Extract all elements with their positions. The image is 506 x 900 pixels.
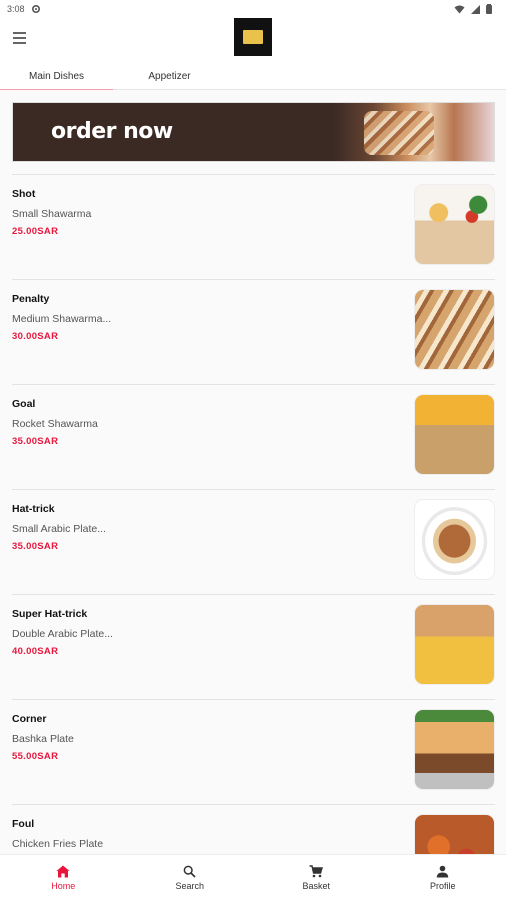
item-price: 35.00SAR <box>12 436 59 447</box>
nav-home-label: Home <box>51 881 76 891</box>
item-price: 40.00SAR <box>12 646 59 657</box>
nav-search[interactable]: Search <box>127 855 254 900</box>
restaurant-logo <box>234 18 272 56</box>
item-description: Medium Shawarma... <box>12 313 112 325</box>
nav-basket[interactable]: Basket <box>253 855 380 900</box>
item-description: Bashka Plate <box>12 733 74 745</box>
item-price: 30.00SAR <box>12 331 59 342</box>
menu-button[interactable] <box>13 28 33 48</box>
item-image <box>414 709 495 790</box>
banner-shawarma-image <box>364 111 434 155</box>
wifi-icon <box>454 5 465 13</box>
item-description: Small Arabic Plate... <box>12 523 106 535</box>
item-image <box>414 499 495 580</box>
item-image <box>414 394 495 475</box>
item-name: Penalty <box>12 293 50 305</box>
tab-appetizer[interactable]: Appetizer <box>113 62 226 90</box>
menu-item-goal[interactable]: Goal Rocket Shawarma 35.00SAR <box>0 384 506 489</box>
item-name: Hat-trick <box>12 503 55 515</box>
app-header <box>0 18 506 60</box>
nav-profile[interactable]: Profile <box>380 855 506 900</box>
signal-icon <box>471 4 480 14</box>
category-tabs: Main Dishes Appetizer <box>0 62 506 91</box>
item-name: Super Hat-trick <box>12 608 88 620</box>
nav-home[interactable]: Home <box>0 855 127 900</box>
menu-icon-bar <box>13 37 26 39</box>
menu-item-hat-trick[interactable]: Hat-trick Small Arabic Plate... 35.00SAR <box>0 489 506 594</box>
item-image <box>414 814 495 854</box>
nav-basket-label: Basket <box>302 881 330 891</box>
menu-item-shot[interactable]: Shot Small Shawarma 25.00SAR <box>0 174 506 279</box>
item-image <box>414 184 495 265</box>
status-bar: 3:08 <box>0 0 506 18</box>
item-name: Shot <box>12 188 36 200</box>
home-icon <box>56 864 70 878</box>
status-left: 3:08 <box>7 4 41 14</box>
item-description: Double Arabic Plate... <box>12 628 113 640</box>
nav-profile-label: Profile <box>429 881 456 891</box>
nav-search-label: Search <box>175 881 205 891</box>
menu-icon-bar <box>13 42 26 44</box>
item-description: Small Shawarma <box>12 208 92 220</box>
person-icon <box>436 864 450 878</box>
cart-icon <box>309 864 324 878</box>
item-description: Chicken Fries Plate <box>12 838 104 850</box>
order-now-banner[interactable]: order now <box>12 102 495 162</box>
bottom-nav: Home Search Basket Profile <box>0 854 506 900</box>
tab-main-dishes[interactable]: Main Dishes <box>0 62 113 91</box>
banner-text: order now <box>51 119 173 144</box>
menu-item-corner[interactable]: Corner Bashka Plate 55.00SAR <box>0 699 506 804</box>
menu-item-super-hat-trick[interactable]: Super Hat-trick Double Arabic Plate... 4… <box>0 594 506 699</box>
item-image <box>414 604 495 685</box>
battery-icon <box>486 4 492 14</box>
item-name: Foul <box>12 818 35 830</box>
menu-list: order now Shot Small Shawarma 25.00SAR P… <box>0 90 506 854</box>
item-price: 25.00SAR <box>12 226 59 237</box>
item-name: Goal <box>12 398 36 410</box>
logo-mark <box>243 30 263 44</box>
menu-item-foul[interactable]: Foul Chicken Fries Plate <box>0 804 506 854</box>
item-image <box>414 289 495 370</box>
item-name: Corner <box>12 713 47 725</box>
status-time: 3:08 <box>7 4 25 14</box>
banner-image <box>334 103 494 161</box>
item-price: 35.00SAR <box>12 541 59 552</box>
status-right <box>454 4 492 14</box>
item-description: Rocket Shawarma <box>12 418 98 430</box>
menu-icon-bar <box>13 32 26 34</box>
menu-item-penalty[interactable]: Penalty Medium Shawarma... 30.00SAR <box>0 279 506 384</box>
item-price: 55.00SAR <box>12 751 59 762</box>
search-icon <box>183 864 197 878</box>
settings-icon <box>31 4 40 14</box>
